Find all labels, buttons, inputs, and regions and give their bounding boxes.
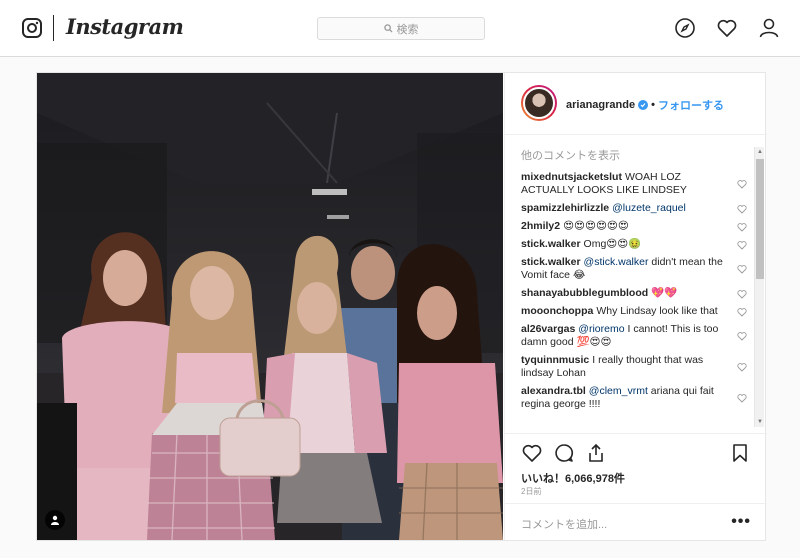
scroll-down-arrow-icon[interactable]: ▼ <box>756 418 764 426</box>
comment-item: mooonchoppa Why Lindsay look like that <box>521 305 749 318</box>
comment-username[interactable]: shanayabubblegumblood <box>521 287 648 299</box>
post-photo-illustration <box>37 73 503 540</box>
search-placeholder: 検索 <box>396 23 419 36</box>
instagram-wordmark[interactable]: Instagram <box>66 14 184 39</box>
comment-like-heart-icon[interactable] <box>737 289 747 299</box>
search-input[interactable]: 検索 <box>317 17 485 40</box>
comment-like-heart-icon[interactable] <box>737 222 747 232</box>
post-photo[interactable] <box>37 73 503 540</box>
comment-mention[interactable]: @luzete_raquel <box>612 202 686 214</box>
comment-item: shanayabubblegumblood 💖💖 <box>521 287 749 300</box>
comment-username[interactable]: mixednutsjacketslut <box>521 171 622 183</box>
add-comment-bar: コメントを追加... ••• <box>505 503 767 540</box>
load-more-comments-link[interactable]: 他のコメントを表示 <box>521 147 749 163</box>
explore-compass-icon[interactable] <box>674 17 696 39</box>
comment-text: Omg😍😍🤢 <box>583 238 642 250</box>
comment-username[interactable]: stick.walker <box>521 256 581 268</box>
comment-like-heart-icon[interactable] <box>737 393 747 403</box>
comment-item: 2hmily2 😍😍😍😍😍😍 <box>521 220 749 233</box>
save-bookmark-icon[interactable] <box>729 442 751 464</box>
like-count[interactable]: いいね！6,066,978件 <box>521 470 625 486</box>
comment-username[interactable]: stick.walker <box>521 238 581 250</box>
post-card: arianagrande • フォローする 他のコメントを表示 mixednut… <box>36 72 767 541</box>
scroll-up-arrow-icon[interactable]: ▲ <box>756 148 764 156</box>
tagged-users-icon[interactable] <box>45 510 65 530</box>
comment-item: spamizzlehirlizzle @luzete_raquel <box>521 202 749 215</box>
verified-badge-icon <box>638 100 649 110</box>
user-icon <box>51 515 59 525</box>
scrollbar-thumb[interactable] <box>756 159 764 279</box>
comment-username[interactable]: spamizzlehirlizzle <box>521 202 609 214</box>
avatar[interactable] <box>521 85 557 121</box>
comment-mention[interactable]: @stick.walker <box>584 256 649 268</box>
comment-item: stick.walker @stick.walker didn't mean th… <box>521 256 749 282</box>
comment-like-heart-icon[interactable] <box>737 179 747 189</box>
comment-text: 😍😍😍😍😍😍 <box>563 220 629 232</box>
comments-list: 他のコメントを表示 mixednutsjacketslut WOAH LOZ AC… <box>521 147 749 427</box>
comment-username[interactable]: mooonchoppa <box>521 305 593 317</box>
comment-username[interactable]: 2hmily2 <box>521 220 560 232</box>
comment-like-heart-icon[interactable] <box>737 307 747 317</box>
post-actions: いいね！6,066,978件 2日前 <box>505 433 767 503</box>
comment-mention[interactable]: @clem_vrmt <box>589 385 648 397</box>
comment-item: tyquinnmusic I really thought that was li… <box>521 354 749 380</box>
instagram-camera-icon[interactable] <box>22 18 42 38</box>
comment-like-heart-icon[interactable] <box>737 331 747 341</box>
logo-divider <box>53 15 54 41</box>
comment-like-heart-icon[interactable] <box>737 264 747 274</box>
post-header: arianagrande • フォローする <box>505 73 767 135</box>
comment-username[interactable]: tyquinnmusic <box>521 354 589 366</box>
activity-heart-icon[interactable] <box>716 17 738 39</box>
post-author: arianagrande • フォローする <box>566 97 724 113</box>
post-sidebar: arianagrande • フォローする 他のコメントを表示 mixednut… <box>504 73 767 540</box>
author-username[interactable]: arianagrande <box>566 99 635 111</box>
comment-username[interactable]: alexandra.tbl <box>521 385 586 397</box>
like-heart-icon[interactable] <box>521 442 543 464</box>
comments-scrollbar[interactable]: ▲ ▼ <box>754 147 764 427</box>
comment-item: al26vargas @rioremo I cannot! This is too… <box>521 323 749 349</box>
comment-like-heart-icon[interactable] <box>737 240 747 250</box>
search-icon <box>383 24 393 33</box>
comment-text: 💖💖 <box>651 287 678 299</box>
more-options-button[interactable]: ••• <box>731 513 751 531</box>
comment-like-heart-icon[interactable] <box>737 362 747 372</box>
follow-button[interactable]: フォローする <box>658 97 724 113</box>
comment-username[interactable]: al26vargas <box>521 323 575 335</box>
post-timestamp: 2日前 <box>521 487 542 496</box>
separator-dot: • <box>651 99 655 111</box>
profile-person-icon[interactable] <box>758 17 780 39</box>
comment-bubble-icon[interactable] <box>553 442 575 464</box>
top-navigation-bar: Instagram 検索 <box>0 0 800 57</box>
comment-like-heart-icon[interactable] <box>737 204 747 214</box>
add-comment-input[interactable]: コメントを追加... <box>521 516 607 532</box>
share-upload-icon[interactable] <box>585 442 607 464</box>
comment-item: stick.walker Omg😍😍🤢 <box>521 238 749 251</box>
comment-text: Why Lindsay look like that <box>596 305 718 317</box>
comment-item: mixednutsjacketslut WOAH LOZ ACTUALLY LOO… <box>521 171 749 197</box>
comment-mention[interactable]: @rioremo <box>578 323 624 335</box>
comment-item: alexandra.tbl @clem_vrmt ariana qui fait … <box>521 385 749 411</box>
